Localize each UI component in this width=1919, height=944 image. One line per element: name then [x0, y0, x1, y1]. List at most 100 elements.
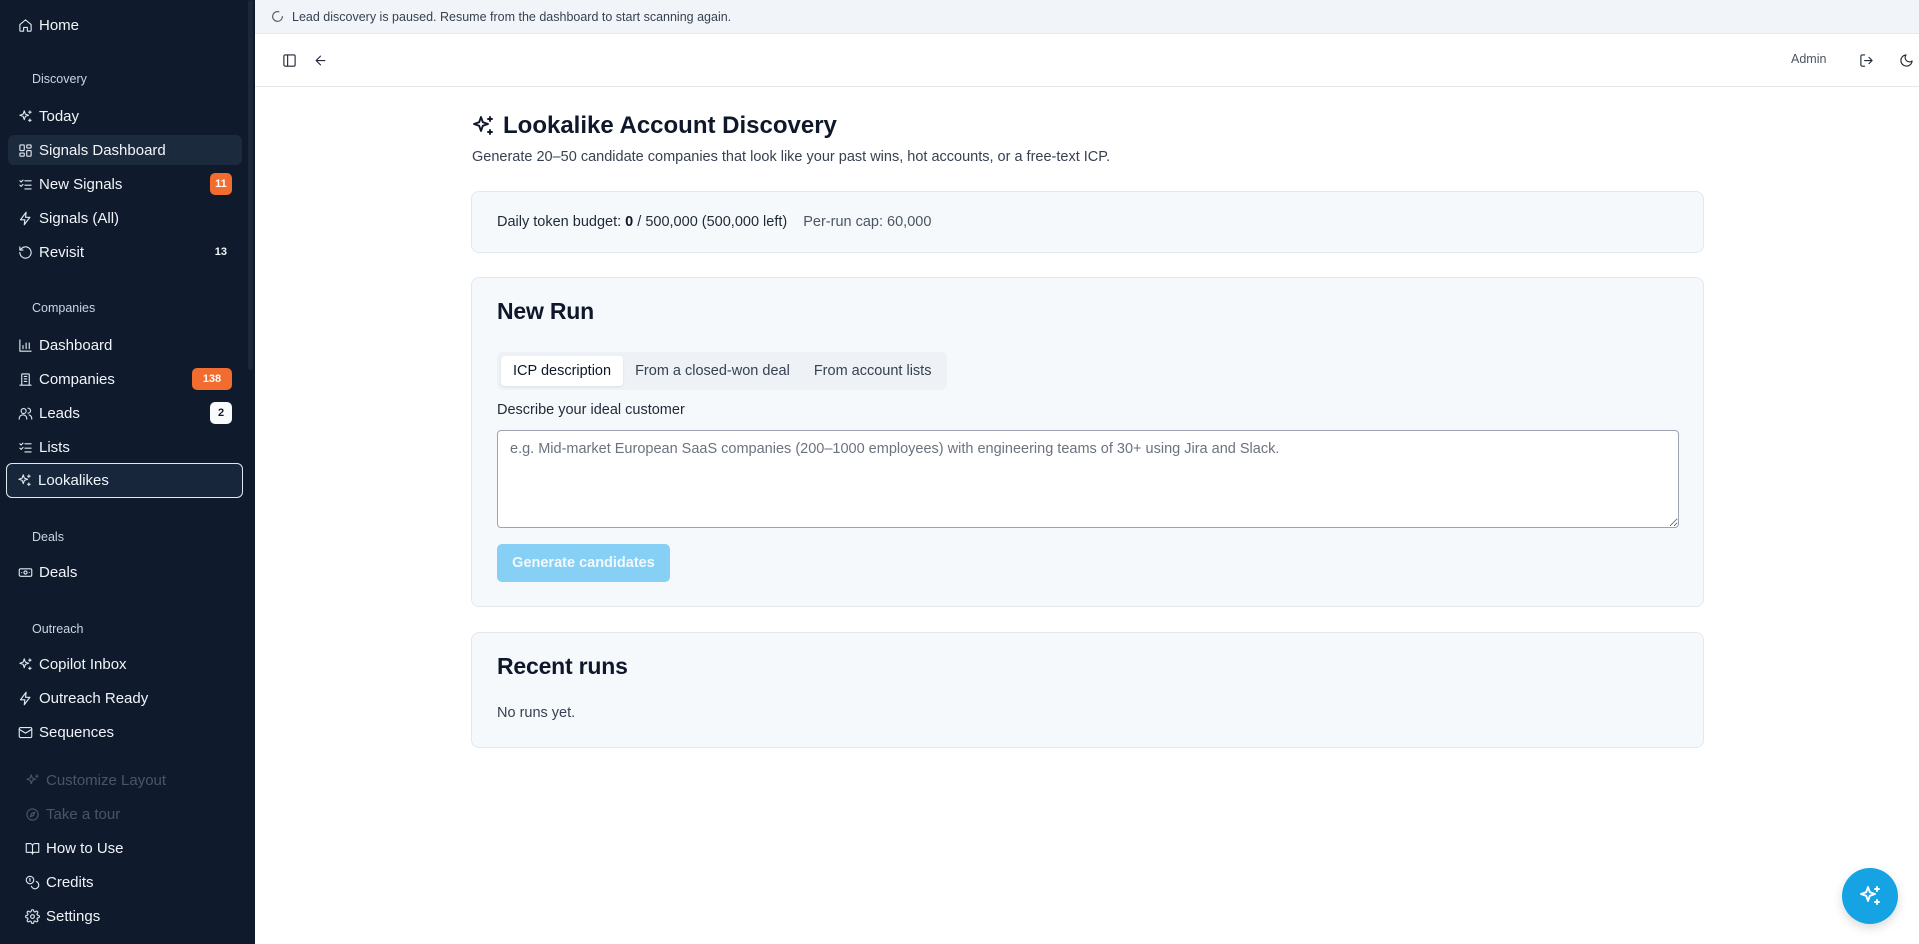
- banner-text: Lead discovery is paused. Resume from th…: [292, 9, 732, 24]
- sidebar-item-sequences[interactable]: Sequences: [8, 717, 242, 747]
- group-label-deals: Deals: [32, 530, 64, 544]
- sidebar-item-label: Today: [39, 107, 80, 125]
- sparkles-icon: [16, 473, 32, 489]
- sidebar-item-label: Companies: [39, 370, 115, 388]
- page-subtitle: Generate 20–50 candidate companies that …: [472, 149, 1111, 165]
- new-run-title: New Run: [497, 298, 594, 324]
- sidebar-item-how-to-use[interactable]: How to Use: [8, 833, 242, 863]
- sidebar-item-label: Lists: [39, 438, 70, 456]
- top-header: Admin: [255, 34, 1919, 87]
- building-icon: [17, 371, 33, 387]
- sidebar-item-label: Credits: [46, 873, 94, 891]
- gear-icon: [24, 908, 40, 924]
- paused-banner: Lead discovery is paused. Resume from th…: [255, 0, 1919, 34]
- sidebar-item-settings[interactable]: Settings: [8, 901, 242, 931]
- token-budget-card: Daily token budget: 0 / 500,000 (500,000…: [471, 191, 1704, 253]
- sidebar-item-label: Revisit: [39, 243, 85, 261]
- recent-runs-card: Recent runs No runs yet.: [471, 632, 1704, 748]
- compass-icon: [24, 806, 40, 822]
- sidebar-toggle-icon[interactable]: [278, 49, 300, 71]
- sidebar-item-dashboard[interactable]: Dashboard: [8, 330, 242, 360]
- loader-icon: [271, 10, 284, 23]
- recent-runs-title: Recent runs: [497, 653, 628, 679]
- per-run-cap: Per-run cap: 60,000: [803, 214, 932, 230]
- budget-used: 0: [625, 214, 634, 230]
- sidebar-item-label: Take a tour: [46, 805, 121, 823]
- sidebar-item-leads[interactable]: Leads 2: [8, 398, 242, 428]
- sidebar-item-label: Sequences: [39, 723, 115, 741]
- users-icon: [17, 405, 33, 421]
- sidebar-item-new-signals[interactable]: New Signals 11: [8, 169, 242, 199]
- source-tabs: ICP description From a closed-won deal F…: [497, 352, 948, 390]
- tab-closed-won-deal[interactable]: From a closed-won deal: [623, 356, 802, 386]
- sidebar-item-label: Deals: [39, 563, 78, 581]
- sidebar-item-label: Signals Dashboard: [39, 141, 166, 159]
- empty-state: No runs yet.: [497, 705, 576, 721]
- bar-chart-icon: [17, 337, 33, 353]
- sidebar-item-label: New Signals: [39, 175, 123, 193]
- count-badge: 138: [192, 368, 232, 390]
- count-badge: 11: [210, 173, 232, 195]
- sidebar-scrollbar[interactable]: [248, 0, 253, 370]
- back-arrow-icon[interactable]: [309, 49, 331, 71]
- budget-label: Daily token budget:: [497, 214, 622, 230]
- group-label-companies: Companies: [32, 301, 96, 315]
- sidebar-item-revisit[interactable]: Revisit 13: [8, 237, 242, 267]
- sidebar-item-label: Signals (All): [39, 209, 120, 227]
- icp-field-label: Describe your ideal customer: [497, 402, 685, 418]
- sidebar-item-label: Home: [39, 16, 80, 34]
- mail-icon: [17, 724, 33, 740]
- sidebar-item-label: Lookalikes: [38, 472, 109, 489]
- coins-icon: [24, 874, 40, 890]
- sparkles-icon: [24, 772, 40, 788]
- sidebar-item-lists[interactable]: Lists: [8, 432, 242, 462]
- sidebar-item-label: Copilot Inbox: [39, 655, 127, 673]
- page-title: Lookalike Account Discovery: [503, 112, 837, 139]
- sidebar-item-signals-dashboard[interactable]: Signals Dashboard: [8, 135, 242, 165]
- sidebar-item-home[interactable]: Home: [8, 10, 242, 40]
- new-run-card: New Run ICP description From a closed-wo…: [471, 277, 1704, 607]
- icp-description-input[interactable]: [497, 430, 1679, 528]
- sidebar-item-take-a-tour[interactable]: Take a tour: [8, 799, 242, 829]
- zap-icon: [17, 690, 33, 706]
- count-badge: 13: [214, 246, 227, 258]
- sparkles-icon: [473, 116, 493, 135]
- logout-icon[interactable]: [1855, 49, 1877, 71]
- sidebar-item-label: Outreach Ready: [39, 689, 149, 707]
- banknote-icon: [17, 564, 33, 580]
- sidebar-item-today[interactable]: Today: [8, 101, 242, 131]
- list-checks-icon: [17, 439, 33, 455]
- moon-icon[interactable]: [1895, 49, 1917, 71]
- zap-icon: [17, 210, 33, 226]
- sidebar-item-deals[interactable]: Deals: [8, 557, 242, 587]
- sidebar-item-lookalikes[interactable]: Lookalikes: [6, 463, 243, 498]
- sidebar-item-credits[interactable]: Credits: [8, 867, 242, 897]
- generate-candidates-button[interactable]: Generate candidates: [497, 544, 670, 582]
- sidebar-item-label: Dashboard: [39, 336, 113, 354]
- sidebar-item-copilot-inbox[interactable]: Copilot Inbox: [8, 649, 242, 679]
- sidebar-item-signals-all[interactable]: Signals (All): [8, 203, 242, 233]
- group-label-outreach: Outreach: [32, 622, 84, 636]
- group-label-discovery: Discovery: [32, 72, 87, 86]
- tab-icp-description[interactable]: ICP description: [501, 356, 624, 386]
- book-open-icon: [24, 840, 40, 856]
- sparkles-icon: [17, 656, 33, 672]
- sidebar-item-outreach-ready[interactable]: Outreach Ready: [8, 683, 242, 713]
- count-badge: 2: [210, 402, 232, 424]
- sidebar-item-label: How to Use: [46, 839, 124, 857]
- sidebar-item-customize-layout[interactable]: Customize Layout: [8, 765, 242, 795]
- sidebar-item-companies[interactable]: Companies 138: [8, 364, 242, 394]
- sidebar-item-label: Settings: [46, 907, 101, 925]
- sparkles-icon: [1860, 886, 1880, 905]
- layout-grid-icon: [17, 142, 33, 158]
- sidebar: Home Discovery Today Signals Dashboard N…: [0, 0, 255, 944]
- page-header: Lookalike Account Discovery: [471, 112, 837, 140]
- ai-assistant-button[interactable]: [1842, 868, 1898, 924]
- rotate-ccw-icon: [17, 244, 33, 260]
- sidebar-item-label: Leads: [39, 404, 80, 422]
- tab-account-lists[interactable]: From account lists: [802, 356, 944, 386]
- list-checks-icon: [17, 176, 33, 192]
- user-name[interactable]: Admin: [1791, 52, 1826, 66]
- budget-remaining: / 500,000 (500,000 left): [637, 214, 788, 230]
- sidebar-item-label: Customize Layout: [46, 771, 167, 789]
